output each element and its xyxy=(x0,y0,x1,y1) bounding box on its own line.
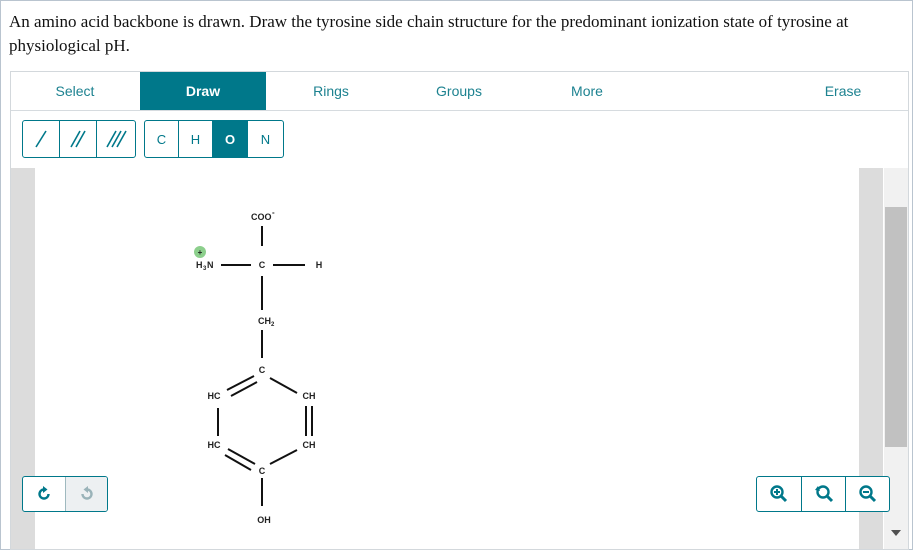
zoom-reset-button[interactable] xyxy=(801,477,845,511)
atom-c-button[interactable]: C xyxy=(145,121,179,157)
canvas-area: COO - + H 3 N C H CH 2 C HC CH HC CH C O… xyxy=(11,168,883,549)
tab-select[interactable]: Select xyxy=(11,72,139,110)
redo-icon xyxy=(80,486,93,500)
single-bond-icon xyxy=(35,130,47,148)
ring-lower-right: CH xyxy=(303,440,316,450)
zoom-in-button[interactable] xyxy=(757,477,801,511)
bond-tools xyxy=(22,120,136,158)
double-bond-icon xyxy=(70,130,86,148)
drawing-tool: Select Draw Rings Groups More Erase C H … xyxy=(10,71,909,550)
zoom-reset-icon xyxy=(814,485,833,503)
question-text: An amino acid backbone is drawn. Draw th… xyxy=(9,12,849,55)
amine-h-label: H xyxy=(196,260,203,270)
bond-ring-double-3a xyxy=(227,448,256,465)
zoom-in-icon xyxy=(770,485,788,503)
tab-rings[interactable]: Rings xyxy=(267,72,395,110)
double-bond-button[interactable] xyxy=(60,121,97,157)
history-controls xyxy=(22,476,108,512)
atom-o-button[interactable]: O xyxy=(213,121,248,157)
triple-bond-icon xyxy=(106,130,127,148)
zoom-out-icon xyxy=(858,485,876,503)
methylene-label: CH xyxy=(258,316,271,326)
undo-button[interactable] xyxy=(23,477,65,511)
amine-charge: + xyxy=(198,248,203,257)
drawing-canvas[interactable]: COO - + H 3 N C H CH 2 C HC CH HC CH C O… xyxy=(35,168,859,549)
ring-lower-left: HC xyxy=(208,440,221,450)
ring-upper-left: HC xyxy=(208,391,221,401)
tab-groups[interactable]: Groups xyxy=(395,72,523,110)
atom-n-button[interactable]: N xyxy=(248,121,283,157)
bond-ring-double-1a xyxy=(226,375,255,391)
tab-more[interactable]: More xyxy=(523,72,651,110)
tab-erase[interactable]: Erase xyxy=(779,72,907,110)
atom-tools: C H O N xyxy=(144,120,284,158)
bond-ring-double-1b xyxy=(230,381,258,397)
methylene-subscript: 2 xyxy=(271,322,275,328)
zoom-out-button[interactable] xyxy=(845,477,889,511)
molecule-structure: COO - + H 3 N C H CH 2 C HC CH HC CH C O… xyxy=(194,208,323,525)
hydroxyl-label: OH xyxy=(257,515,271,525)
carboxylate-label: COO xyxy=(251,212,272,222)
atom-h-button[interactable]: H xyxy=(179,121,213,157)
scrollbar-thumb[interactable] xyxy=(885,207,907,447)
ring-upper-right: CH xyxy=(303,391,316,401)
bond-ring-double-3b xyxy=(224,454,252,471)
amine-n-label: N xyxy=(207,260,214,270)
redo-button xyxy=(65,477,107,511)
bond-ring-single-3 xyxy=(269,449,298,465)
tab-draw[interactable]: Draw xyxy=(140,72,266,110)
scroll-down-arrow-icon[interactable] xyxy=(891,530,901,536)
alpha-h-label: H xyxy=(316,260,323,270)
triple-bond-button[interactable] xyxy=(97,121,135,157)
question-frame: An amino acid backbone is drawn. Draw th… xyxy=(0,0,913,550)
ring-bottom-carbon: C xyxy=(259,466,266,476)
single-bond-button[interactable] xyxy=(23,121,60,157)
ring-top-carbon: C xyxy=(259,365,266,375)
undo-icon xyxy=(38,486,50,500)
zoom-controls xyxy=(756,476,890,512)
bond-ring-single-1 xyxy=(269,377,298,394)
carboxylate-charge: - xyxy=(272,208,275,217)
tab-bar: Select Draw Rings Groups More Erase xyxy=(11,72,908,111)
alpha-carbon-label: C xyxy=(259,260,266,270)
